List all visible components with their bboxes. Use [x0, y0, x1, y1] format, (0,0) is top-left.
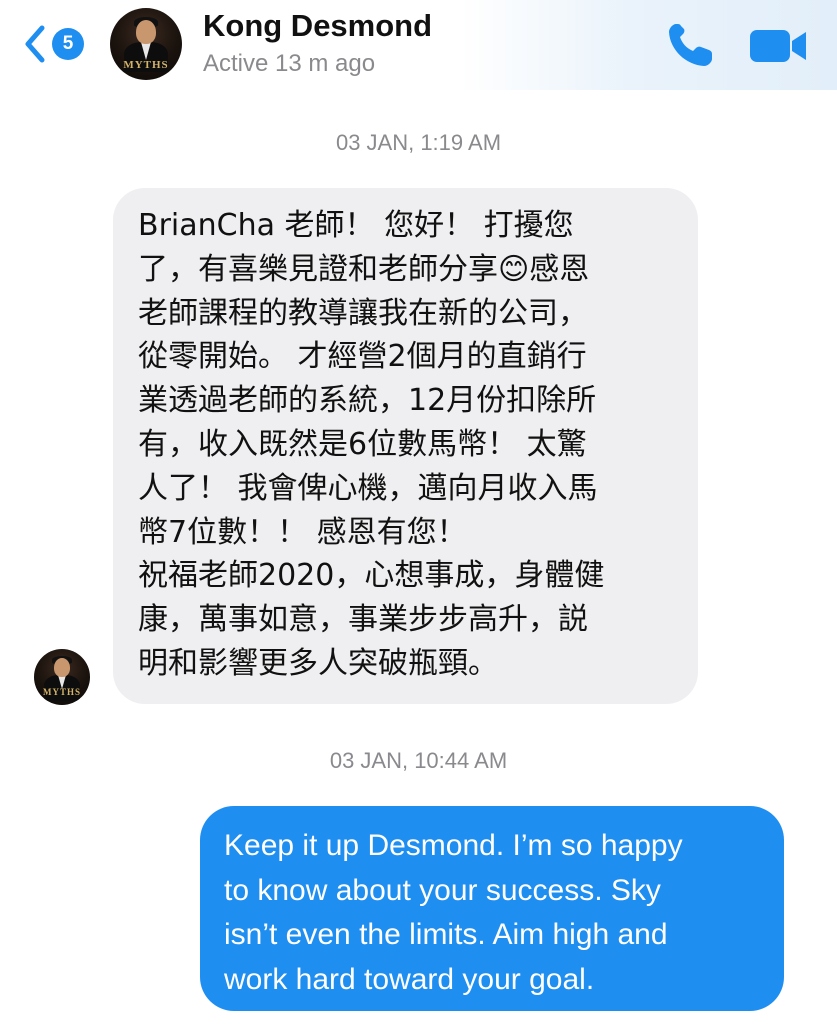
back-button[interactable]: 5 — [22, 22, 92, 66]
chevron-left-icon — [25, 25, 45, 63]
message-text: BrianCha 老師！ 您好！ 打擾您 了，有喜樂見證和老師分享😊感恩 老師課… — [138, 208, 605, 681]
message-timestamp: 03 JAN, 10:44 AM — [329, 748, 508, 773]
unread-count-badge: 5 — [52, 28, 84, 60]
sender-avatar[interactable]: MYTHS — [34, 649, 90, 705]
video-camera-icon — [750, 30, 806, 62]
outgoing-message-bubble[interactable]: Keep it up Desmond. I’m so happy to know… — [200, 806, 784, 1011]
video-call-button[interactable] — [748, 26, 810, 66]
incoming-message-bubble[interactable]: BrianCha 老師！ 您好！ 打擾您 了，有喜樂見證和老師分享😊感恩 老師課… — [113, 188, 698, 704]
message-timestamp: 03 JAN, 1:19 AM — [335, 130, 502, 155]
call-button[interactable] — [664, 20, 718, 70]
active-status: Active 13 m ago — [203, 50, 376, 77]
message-text: Keep it up Desmond. I’m so happy to know… — [224, 829, 683, 996]
conversation-header: 5 MYTHS Kong Desmond Active 13 m ago — [0, 0, 837, 90]
avatar-logo-text: MYTHS — [123, 59, 169, 71]
contact-name[interactable]: Kong Desmond — [203, 8, 432, 44]
avatar-logo-text: MYTHS — [42, 687, 81, 697]
phone-icon — [669, 24, 712, 66]
contact-avatar[interactable]: MYTHS — [110, 8, 182, 80]
